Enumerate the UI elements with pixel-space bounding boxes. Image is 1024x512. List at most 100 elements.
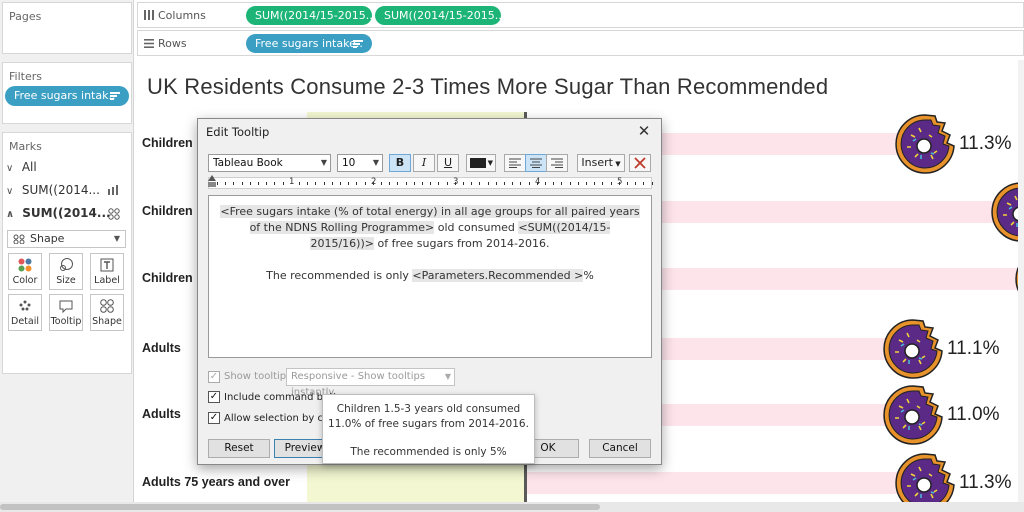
align-left-button[interactable] xyxy=(504,154,526,172)
font-family-select[interactable]: Tableau Book ▼ xyxy=(208,154,331,172)
scrollbar-thumb[interactable] xyxy=(0,504,600,510)
font-size-value: 10 xyxy=(342,157,356,169)
ruler-tick xyxy=(618,182,620,185)
ruler-tick xyxy=(413,182,415,185)
marks-row-sum-2[interactable]: ∧ SUM((2014... xyxy=(6,203,128,223)
font-size-select[interactable]: 10 ▼ xyxy=(337,154,383,172)
ruler-tick xyxy=(561,182,563,185)
rows-icon xyxy=(144,39,154,48)
tooltip-editor[interactable]: <Free sugars intake (% of total energy) … xyxy=(208,195,652,358)
marks-row-sum-1[interactable]: ∨ SUM((2014... xyxy=(6,180,128,200)
marks-row-all[interactable]: ∨ All xyxy=(6,157,37,177)
color-swatch-icon xyxy=(470,158,486,168)
ruler-tick xyxy=(274,182,276,185)
allow-selection-checkbox[interactable]: ✓ xyxy=(208,412,220,424)
preview-tooltip: Children 1.5-3 years old consumed 11.0% … xyxy=(322,394,535,464)
close-icon[interactable]: ✕ xyxy=(633,121,655,141)
columns-pill-2[interactable]: SUM((2014/15-2015.. xyxy=(375,6,502,25)
intake-bar[interactable] xyxy=(527,472,911,494)
ruler-tick xyxy=(479,182,481,185)
color-icon xyxy=(18,258,32,272)
row-label: Adults xyxy=(142,407,181,421)
chevron-down-icon: ▼ xyxy=(372,158,379,167)
ruler-tick xyxy=(233,182,235,185)
bold-button[interactable]: B xyxy=(389,154,411,172)
label-label: Label xyxy=(94,275,120,286)
donut-icon[interactable] xyxy=(893,113,957,175)
ruler-tick xyxy=(389,182,391,185)
align-left-icon xyxy=(509,158,521,168)
intake-value-label: 11.0% xyxy=(947,404,1000,425)
donut-icon[interactable] xyxy=(881,318,945,380)
donut-icon[interactable] xyxy=(893,452,957,502)
align-center-button[interactable] xyxy=(525,154,547,172)
intake-value-label: 11.1% xyxy=(947,338,1000,359)
ruler-tick xyxy=(422,182,423,185)
editor-text: % xyxy=(583,269,594,282)
marks-detail-button[interactable]: Detail xyxy=(8,294,42,331)
ruler-tick xyxy=(348,182,350,185)
ruler-tick xyxy=(356,182,358,185)
marks-shape-button[interactable]: Shape xyxy=(90,294,124,331)
underline-button[interactable]: U xyxy=(437,154,459,172)
italic-button[interactable]: I xyxy=(413,154,435,172)
ruler-tick xyxy=(381,182,382,185)
cancel-button[interactable]: Cancel xyxy=(589,439,651,458)
clear-formatting-button[interactable] xyxy=(629,154,651,172)
filter-pill-label: Free sugars intak.. xyxy=(14,89,116,102)
preview-line: The recommended is only 5% xyxy=(350,446,507,458)
mark-type-select[interactable]: Shape ▼ xyxy=(7,230,126,248)
ruler-tick xyxy=(307,182,309,185)
horizontal-scrollbar[interactable] xyxy=(0,502,1024,512)
editor-text: The recommended is only xyxy=(266,269,413,282)
font-color-button[interactable]: ▼ xyxy=(466,154,496,172)
indent-marker-base[interactable] xyxy=(208,182,216,187)
sort-descending-icon xyxy=(353,40,363,48)
ruler-tick xyxy=(553,182,555,185)
include-command-buttons-checkbox[interactable]: ✓ xyxy=(208,391,220,403)
editor-text: old consumed xyxy=(434,221,515,234)
vertical-scrollbar[interactable] xyxy=(1018,60,1024,502)
marks-row-label: SUM((2014... xyxy=(22,206,111,220)
show-tooltips-checkbox[interactable]: ✓ xyxy=(208,371,220,383)
marks-tooltip-button[interactable]: Tooltip xyxy=(49,294,83,331)
tooltip-icon xyxy=(59,300,73,314)
insert-label: Insert xyxy=(581,156,613,169)
rows-shelf[interactable]: Rows Free sugars intake.. xyxy=(137,30,1024,56)
ruler-tick xyxy=(512,182,514,185)
intake-value-label: 11.3% xyxy=(959,133,1012,154)
label-icon xyxy=(100,258,114,272)
ruler-tick xyxy=(323,182,325,185)
marks-row-label: SUM((2014... xyxy=(21,183,100,197)
marks-color-button[interactable]: Color xyxy=(8,253,42,290)
ruler-tick xyxy=(569,182,571,185)
tooltip-label: Tooltip xyxy=(50,316,82,327)
chevron-down-icon: ▼ xyxy=(320,158,327,167)
columns-pill-1[interactable]: SUM((2014/15-2015.. xyxy=(246,6,373,25)
ruler-tick xyxy=(610,182,612,185)
filters-title: Filters xyxy=(9,70,42,83)
align-right-button[interactable] xyxy=(546,154,568,172)
shape-label: Shape xyxy=(92,316,122,327)
ruler-tick xyxy=(643,182,645,185)
donut-icon[interactable] xyxy=(881,384,945,446)
tooltip-mode-select[interactable]: Responsive - Show tooltips instantly ▼ xyxy=(286,368,455,398)
indent-marker-icon[interactable] xyxy=(208,175,216,181)
ruler-tick xyxy=(282,182,284,185)
filter-pill-free-sugars[interactable]: Free sugars intak.. xyxy=(5,86,129,106)
columns-shelf[interactable]: Columns SUM((2014/15-2015.. SUM((2014/15… xyxy=(137,2,1024,28)
insert-button[interactable]: Insert ▼ xyxy=(577,154,625,172)
reset-button[interactable]: Reset xyxy=(208,439,270,458)
align-center-icon xyxy=(530,158,542,168)
ruler-tick xyxy=(627,182,628,185)
chevron-down-icon: ▼ xyxy=(444,372,451,381)
mark-type-value: Shape xyxy=(30,232,65,245)
detail-label: Detail xyxy=(11,316,39,327)
shapes-icon xyxy=(100,299,114,313)
rows-pill[interactable]: Free sugars intake.. xyxy=(246,34,372,53)
marks-size-button[interactable]: Size xyxy=(49,253,83,290)
ruler-tick xyxy=(266,182,268,185)
ruler-tick xyxy=(299,182,300,185)
chevron-up-icon: ∧ xyxy=(6,209,15,220)
marks-label-button[interactable]: Label xyxy=(90,253,124,290)
